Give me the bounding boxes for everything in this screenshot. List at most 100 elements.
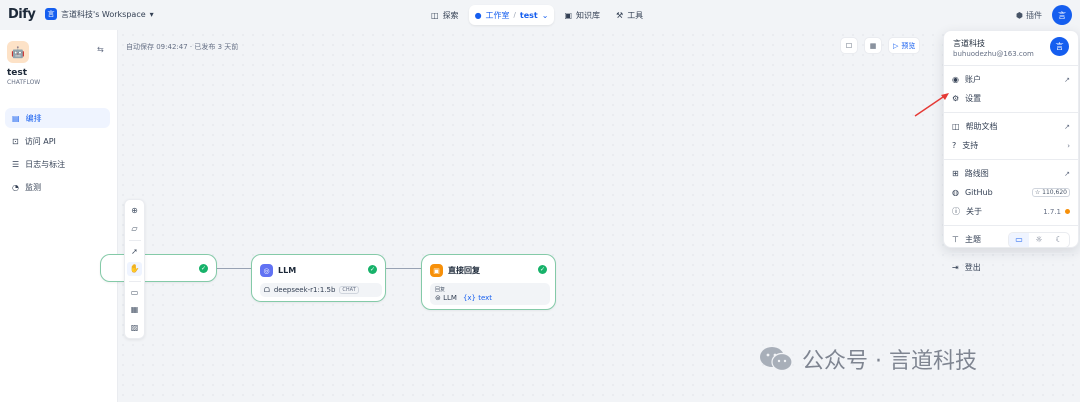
menu-support-label: 支持 [962,141,979,150]
theme-button-group: ▭ ☼ ☾ [1008,231,1070,248]
plugin-label: 插件 [1026,10,1042,20]
menu-support[interactable]: ? 支持 › [944,136,1078,155]
answer-node[interactable]: ▣ 直接回复 ✓ 回复 ⊜ LLM {x} text [421,254,556,310]
robot-icon: ● [474,10,482,20]
nav-tools[interactable]: ⚒ 工具 [610,5,649,25]
nav-current-app[interactable]: test [520,11,538,20]
menu-settings-label: 设置 [965,94,982,103]
env-button[interactable]: ▦ [864,37,882,54]
add-node-icon[interactable]: ⊕ [127,204,142,217]
sidebar-item-orchestrate[interactable]: ▤ 编排 [5,108,110,128]
sidebar-menu: ▤ 编排 ⊡ 访问 API ☰ 日志与标注 ◔ 监测 [5,108,110,200]
note-icon[interactable]: ▱ [127,221,142,234]
nav-knowledge[interactable]: ▣ 知识库 [558,5,606,25]
sun-icon[interactable]: ☼ [1029,233,1049,247]
monitor-icon: ◔ [12,182,19,192]
hand-icon[interactable]: ✋ [127,262,142,276]
model-name: deepseek-r1:1.5b [273,286,336,294]
model-selector[interactable]: ᗝ deepseek-r1:1.5b CHAT [260,283,382,297]
toolbar-divider [128,280,141,282]
github-icon: ◍ [952,188,959,197]
answer-node-title: ▣ 直接回复 [430,264,480,277]
nav-tools-label: 工具 [627,10,644,20]
chevron-down-icon: ▾ [149,9,154,19]
menu-github[interactable]: ◍ GitHub ☆ 110,620 [944,183,1078,202]
plugin-button[interactable]: ⬢ 插件 [1016,10,1042,21]
sidebar-item-logs[interactable]: ☰ 日志与标注 [5,154,110,174]
dify-logo[interactable]: Dify [8,7,36,22]
features-button[interactable]: ☐ [840,37,858,54]
external-link-icon: ↗ [1064,75,1070,84]
model-mode-tag: CHAT [339,286,359,294]
map-icon: ⊞ [952,169,959,178]
file-list-icon: ☰ [12,159,20,169]
nav-explore[interactable]: ◫ 探索 [425,5,465,25]
system-theme-icon[interactable]: ▭ [1009,232,1029,247]
terminal-icon: ⊡ [12,136,19,146]
answer-variables: ⊜ LLM {x} text [435,294,545,302]
menu-theme-label: 主题 [964,235,981,244]
answer-content: 回复 ⊜ LLM {x} text [430,283,550,305]
nav-studio[interactable]: ● 工作室 / test ⌄ [468,5,555,25]
canvas-actions: ☐ ▦ ▷ 预览 [840,37,921,54]
sidebar-item-label: 编排 [25,113,42,123]
menu-account[interactable]: ◉ 账户 ↗ [944,70,1078,89]
menu-about-label: 关于 [966,207,982,216]
menu-help-label: 帮助文档 [965,122,998,131]
chevron-down-icon: ⌄ [541,10,549,20]
play-icon: ▷ [893,41,899,50]
answer-var-name: {x} text [462,294,493,302]
menu-about[interactable]: ⓘ 关于 1.7.1 [944,202,1078,221]
app-type: CHATFLOW [7,79,41,86]
collapse-sidebar-icon[interactable]: ⇆ [97,45,104,54]
model-icon: ᗝ [264,285,270,294]
annotation-arrow [914,93,949,117]
top-bar: Dify 言 言道科技's Workspace ▾ ◫ 探索 ● 工作室 / t… [0,0,1080,30]
layout-icon: ▤ [12,113,20,123]
moon-icon[interactable]: ☾ [1049,233,1069,247]
version-info: 1.7.1 [1043,208,1070,216]
llm-node[interactable]: ◎ LLM ✓ ᗝ deepseek-r1:1.5b CHAT [251,254,386,302]
pointer-icon[interactable]: ➚ [127,245,142,258]
update-dot [1065,209,1070,214]
minimap-icon[interactable]: ▨ [127,321,142,334]
menu-help[interactable]: ◫ 帮助文档 ↗ [944,117,1078,136]
sidebar-item-label: 访问 API [24,136,56,146]
sidebar-item-api[interactable]: ⊡ 访问 API [5,131,110,151]
llm-title-text: LLM [278,266,297,275]
start-node[interactable]: ✓ [100,254,217,282]
answer-var-source: ⊜ LLM [435,294,457,302]
github-stars-badge: ☆ 110,620 [1031,188,1070,197]
menu-github-label: GitHub [964,188,993,197]
main-nav: ◫ 探索 ● 工作室 / test ⌄ ▣ 知识库 ⚒ 工具 [425,5,649,25]
compass-icon: ◫ [431,10,439,20]
toolbar-divider [128,239,141,241]
success-check-icon: ✓ [199,264,208,273]
answer-title-text: 直接回复 [448,266,480,275]
edge-start-llm [215,268,251,269]
nav-explore-label: 探索 [442,10,459,20]
menu-logout-label: 登出 [964,263,981,272]
var-source-text: LLM [443,294,457,302]
user-circle-icon: ◉ [952,75,959,84]
sidebar-item-label: 日志与标注 [25,159,66,169]
user-avatar[interactable]: 言 [1052,5,1072,25]
dropdown-header: 言道科技 buhuodezhu@163.com 言 [944,31,1078,61]
canvas-toolbar: ⊕ ▱ ➚ ✋ ▭ ▦ ▨ [124,199,145,339]
nav-knowledge-label: 知识库 [576,10,601,20]
menu-settings[interactable]: ⚙ 设置 [944,89,1078,108]
answer-node-icon: ▣ [430,264,443,277]
book-open-icon: ◫ [952,122,960,131]
workspace-switcher[interactable]: 言 言道科技's Workspace ▾ [45,8,154,20]
llm-node-title: ◎ LLM [260,264,296,277]
preview-button[interactable]: ▷ 预览 [888,37,921,54]
tshirt-icon: ⊤ [952,235,959,244]
organize-blocks-icon[interactable]: ▦ [127,303,142,316]
export-image-icon[interactable]: ▭ [127,286,142,299]
app-robot-icon: 🤖 [7,41,29,63]
menu-roadmap[interactable]: ⊞ 路线图 ↗ [944,164,1078,183]
menu-logout[interactable]: ⇥ 登出 [944,258,1078,277]
book-icon: ▣ [564,10,573,20]
dropdown-divider [944,253,1078,254]
sidebar-item-monitor[interactable]: ◔ 监测 [5,177,110,197]
